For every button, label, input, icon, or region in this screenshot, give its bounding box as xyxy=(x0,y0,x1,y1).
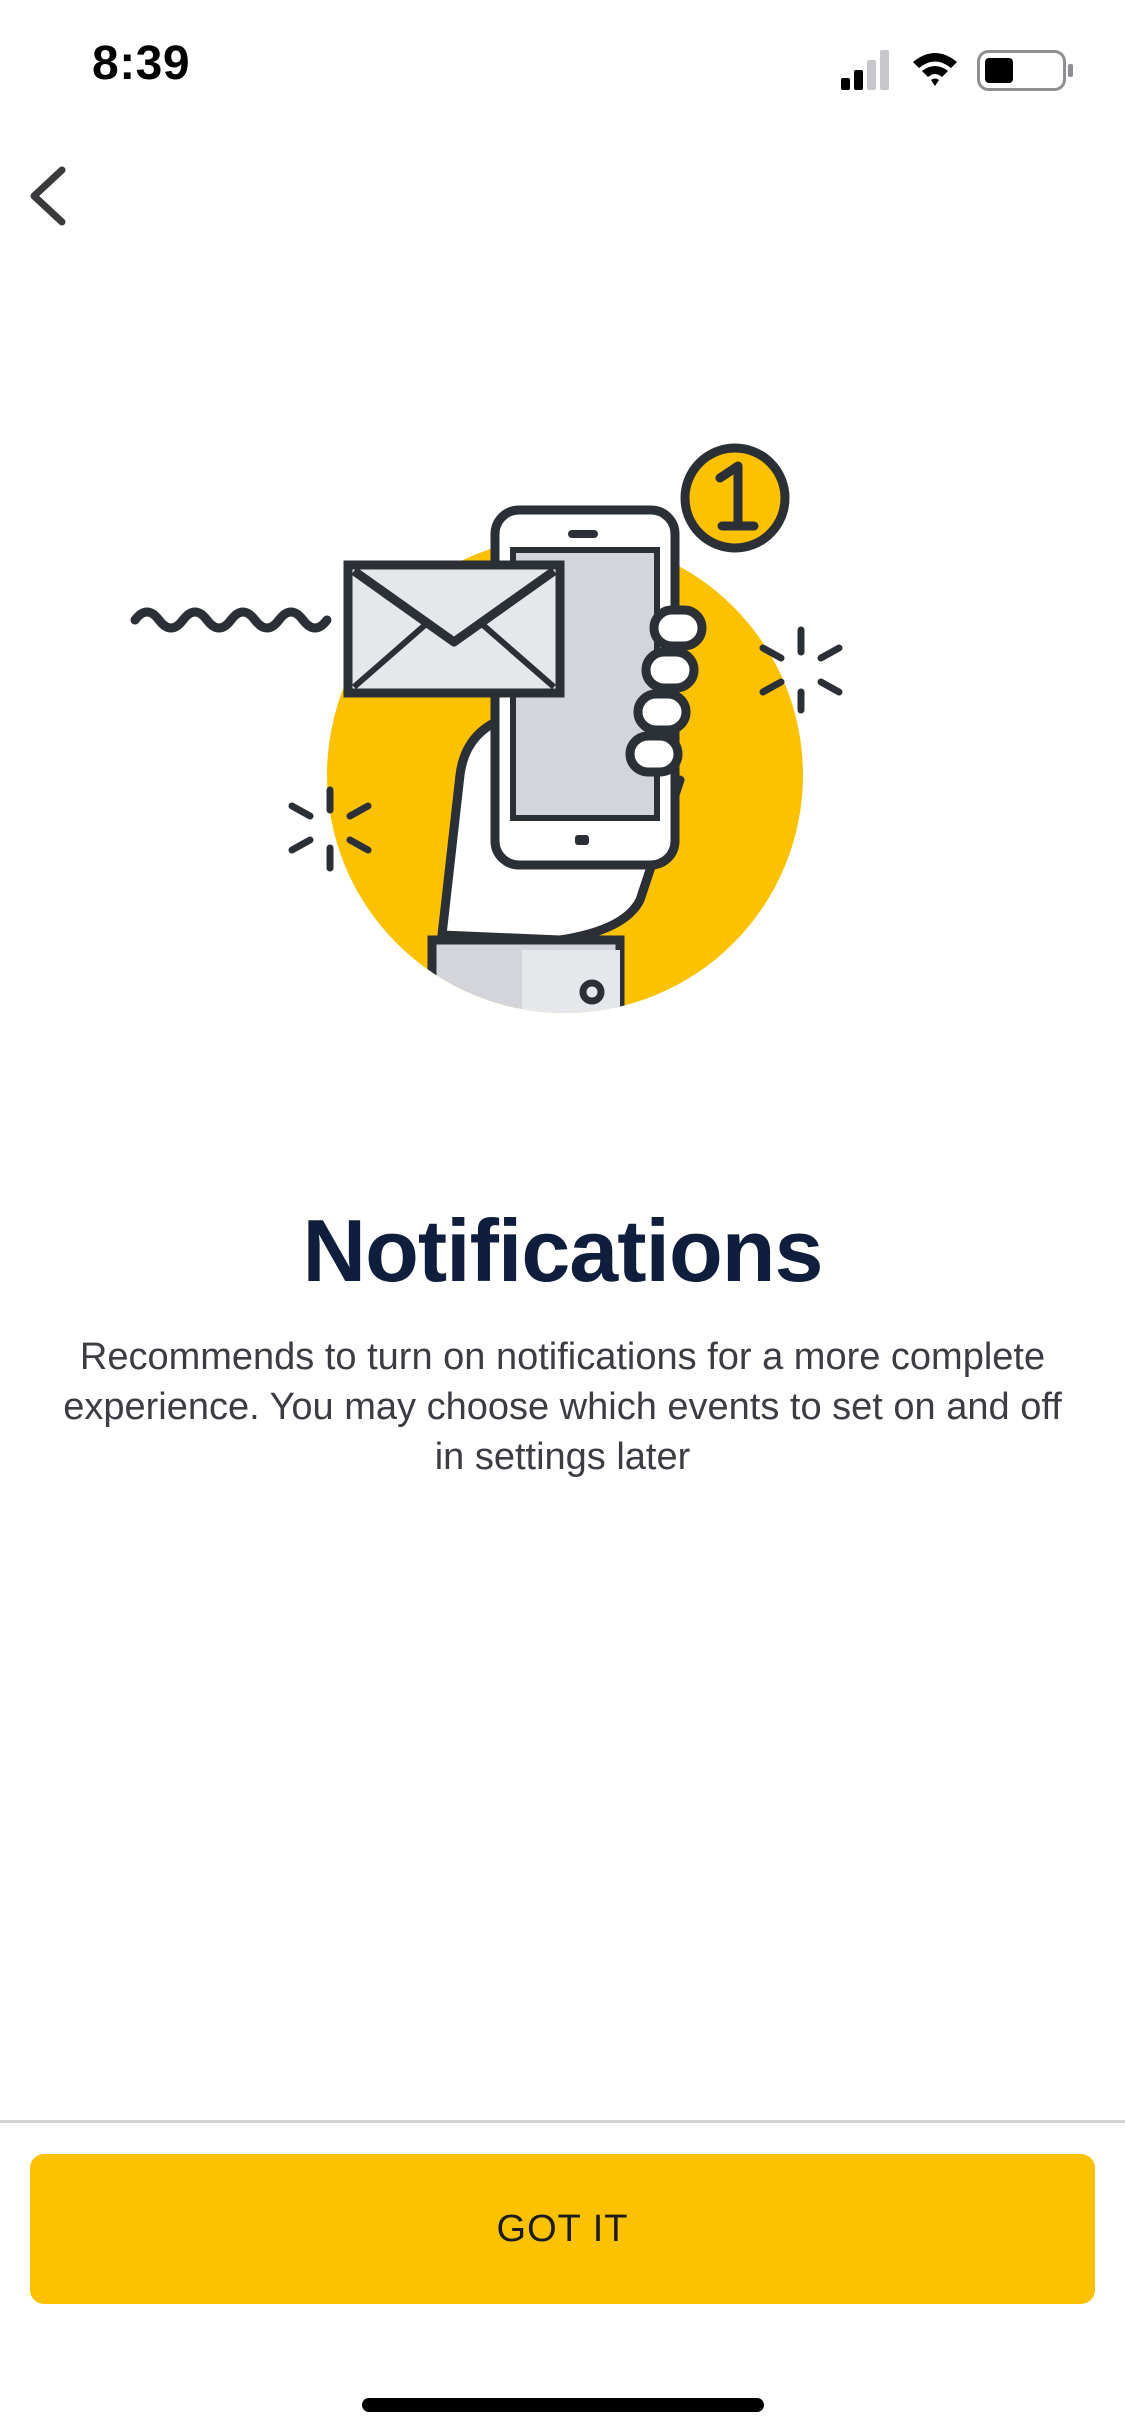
wifi-icon xyxy=(913,53,957,86)
phone-notification-illustration xyxy=(130,443,843,1013)
got-it-button-label: GOT IT xyxy=(496,2207,629,2250)
sleeve xyxy=(427,935,625,1013)
squiggle-line xyxy=(130,607,332,633)
chevron-left-icon xyxy=(30,166,66,226)
battery-icon xyxy=(977,50,1073,91)
envelope-icon xyxy=(343,560,565,698)
home-indicator xyxy=(362,2398,764,2412)
page-title: Notifications xyxy=(302,1201,824,1300)
cellular-signal-icon xyxy=(841,50,889,90)
got-it-button[interactable]: GOT IT xyxy=(30,2154,1095,2304)
status-time: 8:39 xyxy=(92,37,191,90)
status-icons xyxy=(841,50,1073,91)
back-button[interactable] xyxy=(18,160,90,232)
footer-divider xyxy=(0,2120,1125,2123)
notification-badge xyxy=(680,443,790,553)
description-text: Recommends to turn on notifications for … xyxy=(63,1336,1062,1478)
status-bar: 8:39 xyxy=(0,0,1125,132)
